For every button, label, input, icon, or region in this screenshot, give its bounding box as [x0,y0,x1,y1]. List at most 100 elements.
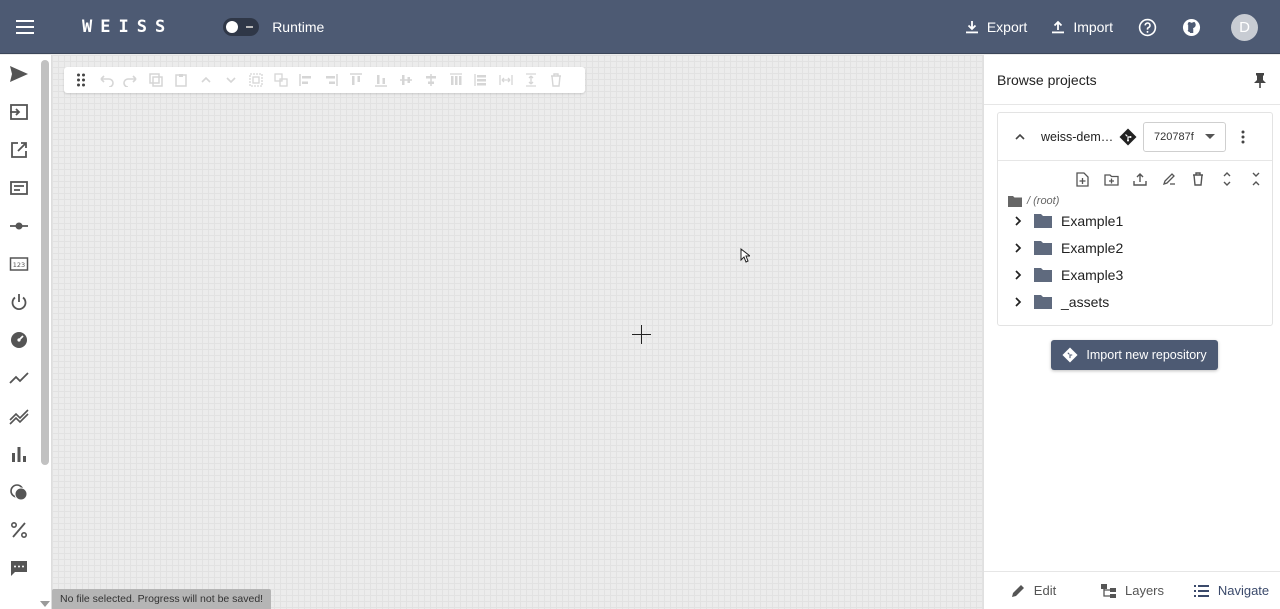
export-label: Export [986,19,1028,35]
open-in-new-icon[interactable] [0,131,38,169]
new-folder-icon[interactable] [1101,169,1121,189]
svg-text:123: 123 [13,261,25,269]
dial-icon[interactable] [0,473,38,511]
commit-select[interactable]: 720787f [1143,121,1226,152]
chevron-right-icon [1015,215,1022,226]
line-chart-icon[interactable] [0,359,38,397]
upload-file-icon[interactable] [1130,169,1150,189]
copy-icon[interactable] [147,71,165,89]
import-label: Import [1073,19,1113,35]
import-repository-label: Import new repository [1086,348,1207,362]
mouse-pointer-icon [740,248,750,263]
tab-layers[interactable]: Layers [1083,572,1182,609]
folder-icon [1034,267,1052,282]
undo-icon[interactable] [97,71,115,89]
list-icon [1193,584,1209,597]
ungroup-icon[interactable] [272,71,290,89]
space-h-icon[interactable] [497,71,515,89]
widget-sidebar: 123 [0,55,52,609]
scroll-down-arrow-icon[interactable] [40,601,50,607]
tab-layers-label: Layers [1124,583,1165,598]
redo-icon[interactable] [122,71,140,89]
dropdown-arrow-icon [1205,133,1215,139]
slider-icon[interactable] [0,207,38,245]
import-button[interactable]: Import [1051,19,1113,35]
help-icon [1138,18,1156,36]
send-icon[interactable] [0,55,38,93]
tab-navigate[interactable]: Navigate [1182,572,1280,609]
align-top-icon[interactable] [347,71,365,89]
pencil-icon [1011,584,1024,597]
tab-navigate-label: Navigate [1217,583,1270,598]
menu-button[interactable] [0,0,50,54]
crosshair-cursor-icon [632,325,651,344]
chevron-up-icon[interactable] [1014,133,1026,141]
tree-item-example1[interactable]: Example1 [998,207,1272,234]
runtime-switch-group: Runtime [223,17,324,36]
more-vert-icon[interactable] [1241,130,1245,144]
new-file-icon[interactable] [1072,169,1092,189]
distribute-h-icon[interactable] [447,71,465,89]
github-icon [1182,18,1200,36]
move-up-icon[interactable] [197,71,215,89]
pin-icon[interactable] [1253,72,1267,88]
tree-item-label: _assets [1061,293,1110,310]
folder-icon [1034,294,1052,309]
group-icon[interactable] [247,71,265,89]
label-icon[interactable] [0,169,38,207]
github-button[interactable] [1181,17,1201,37]
repository-name[interactable]: weiss-dem… [1041,130,1113,144]
sidebar-scrollbar[interactable] [41,60,49,465]
tree-item-assets[interactable]: _assets [998,288,1272,315]
app-logo: WEISS [82,16,174,37]
align-bottom-icon[interactable] [372,71,390,89]
user-avatar[interactable]: D [1231,13,1258,41]
runtime-toggle[interactable] [223,17,260,36]
delete-file-icon[interactable] [1188,169,1208,189]
panel-tabs: Edit Layers Navigate [984,571,1280,609]
input-icon[interactable] [0,93,38,131]
help-button[interactable] [1137,17,1157,37]
power-icon[interactable] [0,283,38,321]
expand-all-icon[interactable] [1217,169,1237,189]
rename-icon[interactable] [1159,169,1179,189]
tree-item-example3[interactable]: Example3 [998,261,1272,288]
canvas-toolbar [64,67,585,93]
paste-icon[interactable] [172,71,190,89]
numeric-icon[interactable]: 123 [0,245,38,283]
project-browser-panel: Browse projects weiss-dem… 720787f / (ro… [983,55,1280,609]
export-button[interactable]: Export [965,19,1027,35]
drag-handle-icon[interactable] [72,71,90,89]
top-app-bar: WEISS Runtime Export Import D [0,0,1280,54]
tab-edit[interactable]: Edit [984,572,1083,609]
comment-icon[interactable] [0,549,38,587]
chevron-right-icon [1015,269,1022,280]
git-icon [1119,128,1137,145]
align-center-h-icon[interactable] [397,71,415,89]
align-right-icon[interactable] [322,71,340,89]
chevron-right-icon [1015,242,1022,253]
collapse-all-icon[interactable] [1246,169,1266,189]
align-center-v-icon[interactable] [422,71,440,89]
repository-card: weiss-dem… 720787f / (root) Example1 Exa… [997,112,1273,326]
tree-item-example2[interactable]: Example2 [998,234,1272,261]
tree-item-label: Example1 [1061,212,1124,229]
folder-icon [1008,195,1022,207]
move-down-icon[interactable] [222,71,240,89]
distribute-v-icon[interactable] [472,71,490,89]
upload-icon [1052,20,1065,34]
editor-canvas[interactable]: No file selected. Progress will not be s… [52,55,983,609]
hamburger-menu-icon [16,19,34,34]
multi-line-chart-icon[interactable] [0,397,38,435]
root-folder[interactable]: / (root) [998,195,1272,207]
download-icon [965,21,978,34]
space-v-icon[interactable] [522,71,540,89]
align-left-icon[interactable] [297,71,315,89]
import-repository-button[interactable]: Import new repository [1051,340,1218,370]
panel-title: Browse projects [997,71,1097,88]
bar-chart-icon[interactable] [0,435,38,473]
percent-icon[interactable] [0,511,38,549]
gauge-icon[interactable] [0,321,38,359]
chevron-right-icon [1015,296,1022,307]
delete-icon[interactable] [547,71,565,89]
